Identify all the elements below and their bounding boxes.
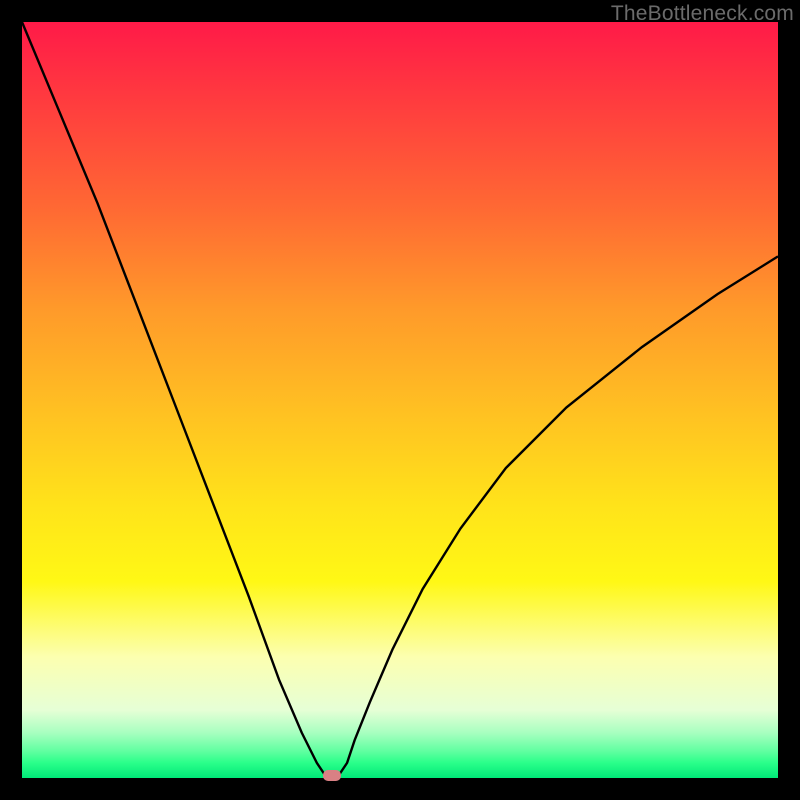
- bottleneck-curve: [22, 22, 778, 778]
- chart-frame: TheBottleneck.com: [0, 0, 800, 800]
- plot-area: [22, 22, 778, 778]
- watermark-text: TheBottleneck.com: [611, 2, 794, 26]
- minimum-marker: [323, 770, 341, 781]
